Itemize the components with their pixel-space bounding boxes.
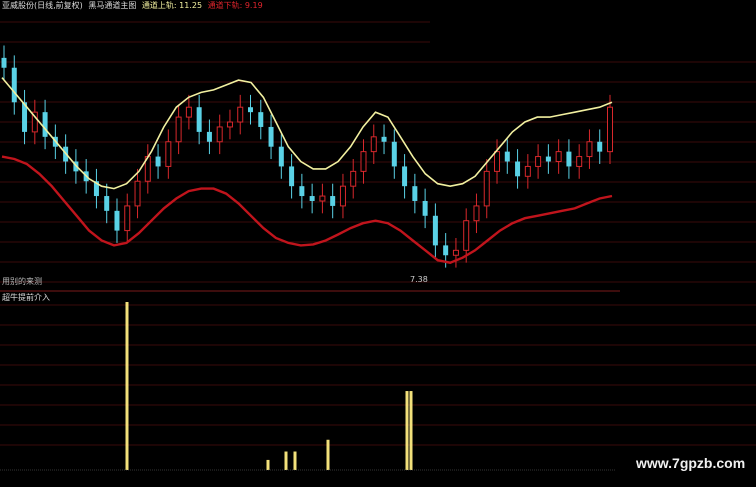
candle — [473, 193, 480, 234]
low-price-label: 7.38 — [410, 275, 428, 284]
candle — [124, 193, 131, 243]
candle — [104, 183, 110, 224]
candle — [134, 168, 141, 219]
candle — [31, 99, 38, 145]
candle — [330, 183, 336, 219]
sub-panel-title: 超牛提前介入 — [2, 293, 50, 302]
candle — [360, 139, 367, 184]
signal-bar — [293, 451, 297, 470]
candle — [319, 183, 326, 214]
upper-label: 通道上轨: — [141, 1, 177, 10]
signal-bar — [405, 391, 409, 470]
chart-header: 亚威股份(日线,前复权) 黑马通道主图 通道上轨: 11.25 通道下轨: 9.… — [2, 1, 266, 11]
candle — [370, 124, 377, 164]
candle — [350, 159, 357, 199]
signal-bar — [326, 439, 330, 470]
candle — [22, 89, 28, 145]
candle — [432, 203, 438, 258]
candle — [268, 114, 274, 160]
signal-bar — [284, 451, 288, 470]
candle — [216, 114, 223, 155]
upper-value: 11.25 — [179, 1, 203, 10]
candle — [402, 154, 408, 199]
lower-value: 9.19 — [244, 1, 263, 10]
candle — [248, 94, 254, 125]
candle — [278, 134, 284, 179]
candle — [226, 109, 233, 140]
candle — [586, 129, 593, 169]
signal-bar — [125, 302, 129, 470]
lower-label: 通道下轨: — [207, 1, 243, 10]
candle — [524, 154, 531, 189]
signal-bar — [266, 459, 270, 470]
grid-lines — [0, 21, 756, 446]
candle — [144, 144, 151, 194]
candle — [237, 94, 244, 135]
candle — [289, 154, 295, 199]
candle — [412, 173, 418, 214]
candle — [545, 144, 551, 174]
candle — [185, 94, 192, 130]
candle — [566, 139, 572, 179]
lower-band-line — [1, 155, 613, 264]
candle — [555, 139, 562, 174]
candle — [535, 144, 542, 179]
sub-label-1: 用别的来测 — [2, 277, 42, 286]
candle — [576, 144, 583, 179]
candle — [165, 129, 172, 179]
indicator-name: 黑马通道主图 — [88, 1, 137, 10]
candle — [258, 99, 264, 140]
signal-bar — [409, 391, 413, 470]
candle — [597, 129, 603, 164]
candle — [391, 129, 397, 179]
chart-canvas — [0, 21, 756, 471]
candle — [381, 124, 387, 155]
candle — [175, 104, 182, 155]
candle — [11, 55, 17, 115]
candle — [206, 119, 212, 155]
stock-name: 亚威股份(日线,前复权) — [2, 1, 83, 10]
upper-band-line — [1, 77, 613, 190]
candle — [607, 94, 613, 164]
candle — [483, 159, 490, 219]
candle — [339, 173, 346, 219]
watermark: www.7gpzb.com — [636, 455, 746, 471]
candle — [1, 45, 7, 81]
candle — [114, 198, 120, 243]
candle — [515, 149, 521, 189]
candle — [155, 144, 161, 179]
candle — [299, 173, 305, 209]
candle — [309, 183, 315, 214]
candle — [494, 139, 501, 184]
candle — [504, 139, 510, 174]
